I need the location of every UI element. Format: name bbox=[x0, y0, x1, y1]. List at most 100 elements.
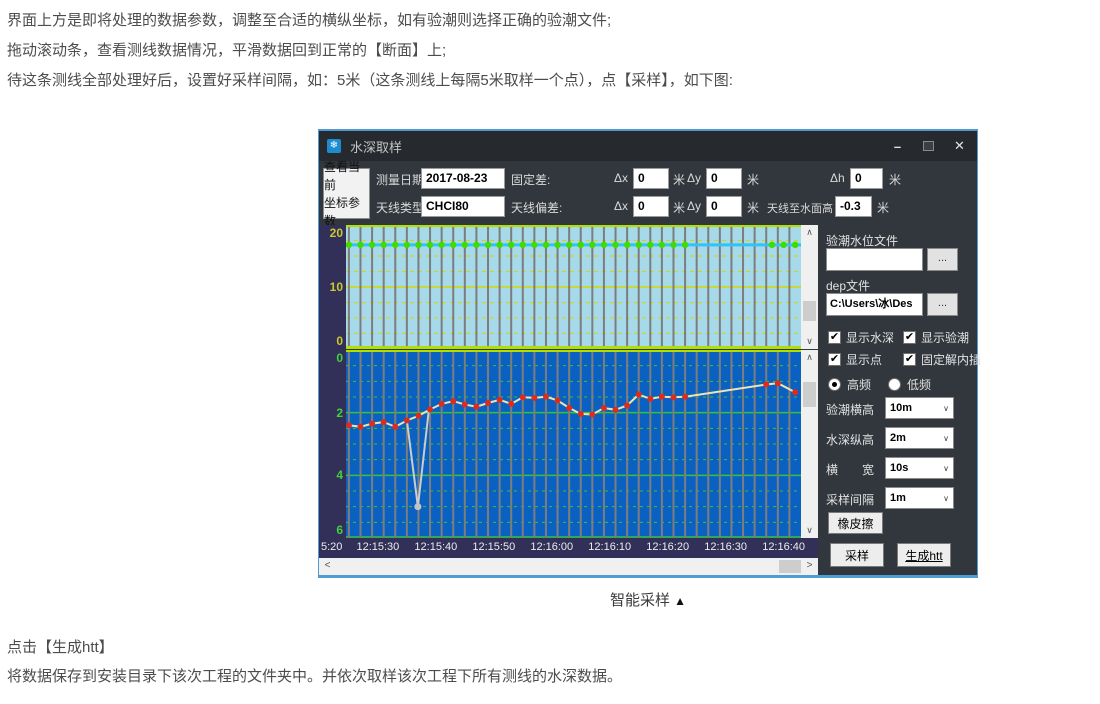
dep-file-label: dep文件 bbox=[826, 277, 870, 294]
depth-panel-scrollbar[interactable]: ∧ ∨ bbox=[801, 350, 818, 538]
x-tick-label: 12:16:20 bbox=[646, 541, 689, 553]
tide-panel-plot[interactable] bbox=[346, 225, 801, 349]
dep-file-input[interactable]: C:\Users\冰\Des bbox=[826, 293, 923, 316]
meter-label: 米 bbox=[889, 171, 901, 188]
checkbox-icon[interactable]: ✔ bbox=[903, 331, 916, 344]
scroll-up-icon[interactable]: ∧ bbox=[801, 350, 818, 365]
intro-text-block: 界面上方是即将处理的数据参数，调整至合适的横纵坐标，如有验潮则选择正确的验潮文件… bbox=[7, 6, 733, 96]
scrollbar-thumb[interactable] bbox=[803, 382, 816, 407]
titlebar[interactable]: ❄ 水深取样 – ✕ bbox=[319, 131, 977, 161]
antenna-type-label: 天线类型 bbox=[376, 199, 424, 216]
offset-dy-input[interactable]: 0 bbox=[706, 196, 742, 217]
dh-label: Δh bbox=[830, 171, 845, 185]
workspace: 201000246 ∧ ∨ ∧ ∨ 5:2012:15:3012:15:4012… bbox=[319, 225, 977, 575]
intro-line: 待这条测线全部处理好后，设置好采样间隔，如：5米（这条测线上每隔5米取样一个点）… bbox=[7, 66, 733, 96]
footer-line: 将数据保存到安装目录下该次工程的文件夹中。并依次取样该次工程下所有测线的水深数据… bbox=[7, 662, 622, 691]
select-value: 1m bbox=[886, 492, 943, 504]
checkbox-label: 显示验潮 bbox=[921, 329, 969, 346]
meter-label: 米 bbox=[673, 171, 685, 188]
dh-input[interactable]: 0 bbox=[850, 168, 883, 189]
horizontal-scrollbar[interactable]: < > bbox=[319, 558, 818, 575]
checkbox-icon[interactable]: ✔ bbox=[828, 353, 841, 366]
select-value: 10s bbox=[886, 462, 943, 474]
scrollbar-thumb[interactable] bbox=[803, 301, 816, 321]
select-depth-scale[interactable]: 2m∨ bbox=[885, 427, 954, 449]
y-tick-label: 10 bbox=[321, 280, 343, 294]
fixed-dx-input[interactable]: 0 bbox=[633, 168, 669, 189]
offset-dx-input[interactable]: 0 bbox=[633, 196, 669, 217]
eraser-button[interactable]: 橡皮擦 bbox=[828, 512, 883, 534]
meter-label: 米 bbox=[747, 171, 759, 188]
dy-label: Δy bbox=[687, 171, 701, 185]
tide-panel-scrollbar[interactable]: ∧ ∨ bbox=[801, 225, 818, 349]
chevron-down-icon[interactable]: ∨ bbox=[943, 404, 949, 413]
antenna-offset-label: 天线偏差: bbox=[511, 199, 562, 216]
select-value: 10m bbox=[886, 402, 943, 414]
select-sample-interval[interactable]: 1m∨ bbox=[885, 487, 954, 509]
control-sidebar: 验潮水位文件 ... dep文件 C:\Users\冰\Des ... ✔ 显示水… bbox=[818, 225, 977, 575]
tide-file-label: 验潮水位文件 bbox=[826, 232, 898, 249]
y-tick-label: 20 bbox=[321, 226, 343, 240]
checkbox-label: 固定解内插 bbox=[921, 351, 981, 368]
fixed-dy-input[interactable]: 0 bbox=[706, 168, 742, 189]
chevron-down-icon[interactable]: ∨ bbox=[943, 434, 949, 443]
y-tick-label: 2 bbox=[321, 406, 343, 420]
x-tick-label: 12:15:40 bbox=[414, 541, 457, 553]
y-tick-label: 0 bbox=[321, 351, 343, 365]
x-tick-label: 12:16:10 bbox=[588, 541, 631, 553]
scroll-left-icon[interactable]: < bbox=[319, 558, 336, 575]
minimize-button[interactable]: – bbox=[882, 131, 913, 161]
dx-label: Δx bbox=[614, 199, 628, 213]
scrollbar-thumb[interactable] bbox=[779, 560, 801, 573]
checkbox-icon[interactable]: ✔ bbox=[828, 331, 841, 344]
generate-htt-button[interactable]: 生成htt bbox=[897, 543, 951, 567]
tide-file-browse-button[interactable]: ... bbox=[927, 248, 958, 271]
window-title: 水深取样 bbox=[350, 137, 402, 156]
chevron-down-icon[interactable]: ∨ bbox=[943, 464, 949, 473]
dx-label: Δx bbox=[614, 171, 628, 185]
snowflake-icon: ❄ bbox=[327, 139, 341, 153]
tide-file-input[interactable] bbox=[826, 248, 923, 271]
water-height-input[interactable]: -0.3 bbox=[835, 196, 872, 217]
scroll-up-icon[interactable]: ∧ bbox=[801, 225, 818, 240]
antenna-type-input[interactable]: CHCI80 bbox=[421, 196, 505, 217]
maximize-button[interactable] bbox=[913, 131, 944, 161]
y-tick-label: 0 bbox=[321, 334, 343, 348]
checkbox-label: 显示水深 bbox=[846, 329, 894, 346]
meter-label: 米 bbox=[673, 199, 685, 216]
checkbox-show-points[interactable]: ✔显示点 bbox=[828, 351, 882, 368]
sample-button[interactable]: 采样 bbox=[830, 543, 884, 567]
maximize-icon bbox=[923, 141, 934, 151]
window-caption: 智能采样 ▲ bbox=[318, 589, 978, 610]
view-coords-button[interactable]: 查看当前 坐标参数 bbox=[323, 168, 370, 219]
scroll-down-icon[interactable]: ∨ bbox=[801, 334, 818, 349]
checkbox-fixed-interp[interactable]: ✔ 固定解内插 bbox=[903, 351, 981, 368]
radio-high-freq[interactable]: 高频 bbox=[828, 376, 871, 393]
select-time-width[interactable]: 10s∨ bbox=[885, 457, 954, 479]
radio-icon[interactable] bbox=[828, 378, 841, 391]
depth-panel-plot[interactable] bbox=[346, 350, 801, 538]
radio-label: 低频 bbox=[907, 376, 931, 393]
radio-low-freq[interactable]: 低频 bbox=[888, 376, 931, 393]
checkbox-show-tide[interactable]: ✔ 显示验潮 bbox=[903, 329, 969, 346]
intro-line: 拖动滚动条，查看测线数据情况，平滑数据回到正常的【断面】上; bbox=[7, 36, 733, 66]
x-tick-label: 12:15:30 bbox=[356, 541, 399, 553]
footer-text-block: 点击【生成htt】 将数据保存到安装目录下该次工程的文件夹中。并依次取样该次工程… bbox=[7, 633, 622, 691]
scroll-down-icon[interactable]: ∨ bbox=[801, 523, 818, 538]
select-time-width-label: 横 宽 bbox=[826, 461, 874, 478]
chevron-down-icon[interactable]: ∨ bbox=[943, 494, 949, 503]
window-controls: – ✕ bbox=[882, 131, 975, 161]
x-tick-label: 12:15:50 bbox=[472, 541, 515, 553]
meter-label: 米 bbox=[877, 199, 889, 216]
scroll-right-icon[interactable]: > bbox=[801, 558, 818, 575]
checkbox-icon[interactable]: ✔ bbox=[903, 353, 916, 366]
date-input[interactable]: 2017-08-23 bbox=[421, 168, 505, 189]
dep-file-browse-button[interactable]: ... bbox=[927, 293, 958, 316]
select-tide-height[interactable]: 10m∨ bbox=[885, 397, 954, 419]
y-axis-strip: 201000246 bbox=[319, 225, 346, 538]
radio-icon[interactable] bbox=[888, 378, 901, 391]
radio-label: 高频 bbox=[847, 376, 871, 393]
close-button[interactable]: ✕ bbox=[944, 131, 975, 161]
checkbox-show-depth[interactable]: ✔ 显示水深 bbox=[828, 329, 894, 346]
collapse-arrow-icon[interactable]: ▲ bbox=[674, 594, 686, 608]
